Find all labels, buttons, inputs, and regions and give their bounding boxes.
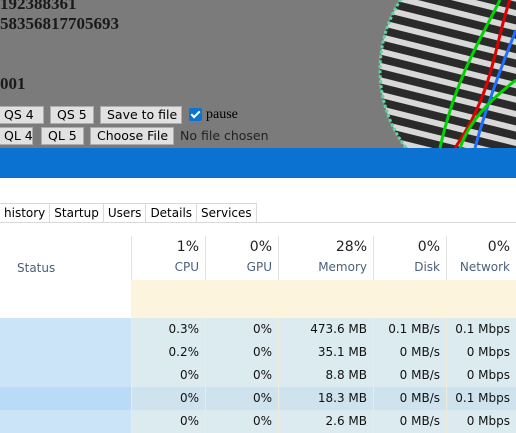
column-header-cpu[interactable]: 1% CPU xyxy=(131,236,205,280)
group-header-row[interactable] xyxy=(0,280,516,318)
table-row-selected[interactable]: 0% 0% 18.3 MB 0 MB/s 0.1 Mbps xyxy=(0,387,516,410)
ql5-button[interactable]: QL 5 xyxy=(41,127,84,145)
column-headers: 1% CPU 0% GPU 28% Memory 0% Disk 0% Netw… xyxy=(0,236,516,280)
tab-details[interactable]: Details xyxy=(146,203,198,223)
tab-startup[interactable]: Startup xyxy=(50,203,104,223)
network-cell: 0 Mbps xyxy=(446,364,516,387)
table-row[interactable]: 0.2% 0% 35.1 MB 0 MB/s 0 Mbps xyxy=(0,341,516,364)
network-cell: 0 Mbps xyxy=(446,410,516,433)
cpu-label: CPU xyxy=(174,260,199,274)
stat-line-1: 192388361 xyxy=(0,0,77,13)
pause-checkbox[interactable] xyxy=(189,108,202,121)
tab-services[interactable]: Services xyxy=(197,203,257,223)
memory-cell: 2.6 MB xyxy=(278,410,373,433)
table-row[interactable]: 0% 0% 2.6 MB 0 MB/s 0 Mbps xyxy=(0,410,516,433)
memory-cell: 473.6 MB xyxy=(278,318,373,341)
tab-divider xyxy=(0,222,516,223)
save-to-file-button[interactable]: Save to file xyxy=(100,106,182,124)
stat-line-2: 58356817705693 xyxy=(0,14,119,33)
file-status: No file chosen xyxy=(180,128,269,143)
gpu-cell: 0% xyxy=(205,410,278,433)
qs5-button[interactable]: QS 5 xyxy=(50,106,94,124)
table-row[interactable]: 0.3% 0% 473.6 MB 0.1 MB/s 0.1 Mbps xyxy=(0,318,516,341)
disk-cell: 0 MB/s xyxy=(373,364,446,387)
tab-app-history[interactable]: history xyxy=(0,203,51,223)
disk-cell: 0 MB/s xyxy=(373,387,446,410)
ql4-button[interactable]: QL 4 xyxy=(0,127,33,145)
cpu-cell: 0% xyxy=(131,410,205,433)
disk-label: Disk xyxy=(414,260,440,274)
cpu-cell: 0% xyxy=(131,387,205,410)
gpu-total: 0% xyxy=(249,239,272,255)
emulator-stats: 192388361 58356817705693 001 xyxy=(0,0,119,94)
emulator-panel: 192388361 58356817705693 001 QS 4 QS 5 S… xyxy=(0,0,516,148)
task-manager-titlebar[interactable] xyxy=(0,148,516,178)
tab-bar: history Startup Users Details Services xyxy=(0,203,257,223)
gpu-cell: 0% xyxy=(205,341,278,364)
disk-total: 0% xyxy=(417,239,440,255)
tab-users[interactable]: Users xyxy=(103,203,147,223)
qs4-button[interactable]: QS 4 xyxy=(0,106,44,124)
gpu-cell: 0% xyxy=(205,318,278,341)
column-header-network[interactable]: 0% Network xyxy=(446,236,516,280)
gpu-cell: 0% xyxy=(205,387,278,410)
cpu-cell: 0.2% xyxy=(131,341,205,364)
memory-cell: 18.3 MB xyxy=(278,387,373,410)
disk-cell: 0.1 MB/s xyxy=(373,318,446,341)
cpu-cell: 0.3% xyxy=(131,318,205,341)
disk-cell: 0 MB/s xyxy=(373,341,446,364)
choose-file-button[interactable]: Choose File xyxy=(90,127,174,145)
network-total: 0% xyxy=(487,239,510,255)
memory-total: 28% xyxy=(335,239,367,255)
cpu-cell: 0% xyxy=(131,364,205,387)
column-header-gpu[interactable]: 0% GPU xyxy=(205,236,278,280)
cpu-total: 1% xyxy=(176,239,199,255)
pause-label: pause xyxy=(206,107,238,122)
emulator-canvas[interactable] xyxy=(360,0,516,148)
network-cell: 0 Mbps xyxy=(446,341,516,364)
network-cell: 0.1 Mbps xyxy=(446,387,516,410)
column-header-disk[interactable]: 0% Disk xyxy=(373,236,446,280)
network-cell: 0.1 Mbps xyxy=(446,318,516,341)
memory-cell: 8.8 MB xyxy=(278,364,373,387)
disk-cell: 0 MB/s xyxy=(373,410,446,433)
gpu-cell: 0% xyxy=(205,364,278,387)
process-table: 0.3% 0% 473.6 MB 0.1 MB/s 0.1 Mbps 0.2% … xyxy=(0,318,516,433)
table-row[interactable]: 0% 0% 8.8 MB 0 MB/s 0 Mbps xyxy=(0,364,516,387)
gpu-label: GPU xyxy=(246,260,272,274)
column-header-memory[interactable]: 28% Memory xyxy=(278,236,373,280)
memory-label: Memory xyxy=(318,260,367,274)
memory-cell: 35.1 MB xyxy=(278,341,373,364)
network-label: Network xyxy=(459,260,510,274)
stat-line-3: 001 xyxy=(0,74,26,93)
